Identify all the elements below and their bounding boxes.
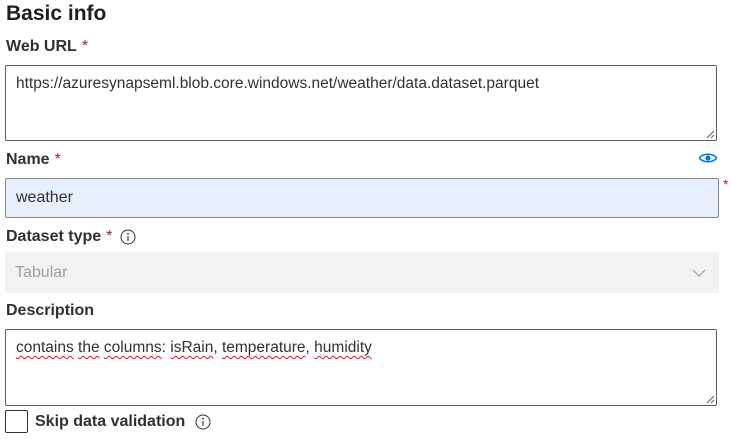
web-url-required-mark: * xyxy=(81,38,89,55)
name-value: weather xyxy=(16,189,73,206)
description-label: Description xyxy=(6,302,94,320)
description-word: contains xyxy=(16,339,74,356)
description-value: contains the columns: isRain, temperatur… xyxy=(16,339,372,356)
description-textarea[interactable]: contains the columns: isRain, temperatur… xyxy=(5,329,717,406)
skip-validation-row: Skip data validation xyxy=(5,410,211,433)
section-title: Basic info xyxy=(6,2,107,25)
description-label-text: Description xyxy=(6,302,95,319)
dataset-type-label-text: Dataset type xyxy=(6,228,102,245)
web-url-label: Web URL * xyxy=(6,38,88,56)
description-word: isRain xyxy=(170,339,214,356)
chevron-down-icon xyxy=(692,269,706,277)
eye-icon[interactable] xyxy=(698,150,718,166)
description-word: the xyxy=(78,339,100,356)
dataset-type-dropdown[interactable]: Tabular xyxy=(5,252,719,293)
name-field-required-mark: * xyxy=(723,176,729,192)
dataset-type-required-mark: * xyxy=(106,228,113,245)
description-word: columns xyxy=(103,339,162,356)
resize-grip-icon[interactable] xyxy=(705,394,715,404)
dataset-type-selected: Tabular xyxy=(15,263,68,281)
resize-grip-icon[interactable] xyxy=(705,129,715,139)
description-word: humidity xyxy=(314,339,372,356)
name-label-text: Name xyxy=(6,151,50,168)
description-word: : xyxy=(161,339,171,356)
skip-validation-checkbox[interactable] xyxy=(5,410,28,433)
description-word: , xyxy=(305,339,315,356)
skip-validation-label[interactable]: Skip data validation xyxy=(35,413,185,431)
description-word: temperature xyxy=(221,339,306,356)
web-url-textarea[interactable]: https://azuresynapseml.blob.core.windows… xyxy=(5,65,717,141)
dataset-type-label: Dataset type * xyxy=(6,228,136,246)
web-url-label-text: Web URL xyxy=(6,38,77,55)
info-icon[interactable] xyxy=(120,229,136,245)
description-word: , xyxy=(213,339,222,356)
name-required-mark: * xyxy=(54,151,61,168)
web-url-value: https://azuresynapseml.blob.core.windows… xyxy=(16,75,540,92)
name-label: Name * xyxy=(6,151,61,169)
name-input[interactable]: weather xyxy=(5,178,719,218)
info-icon[interactable] xyxy=(195,414,211,430)
